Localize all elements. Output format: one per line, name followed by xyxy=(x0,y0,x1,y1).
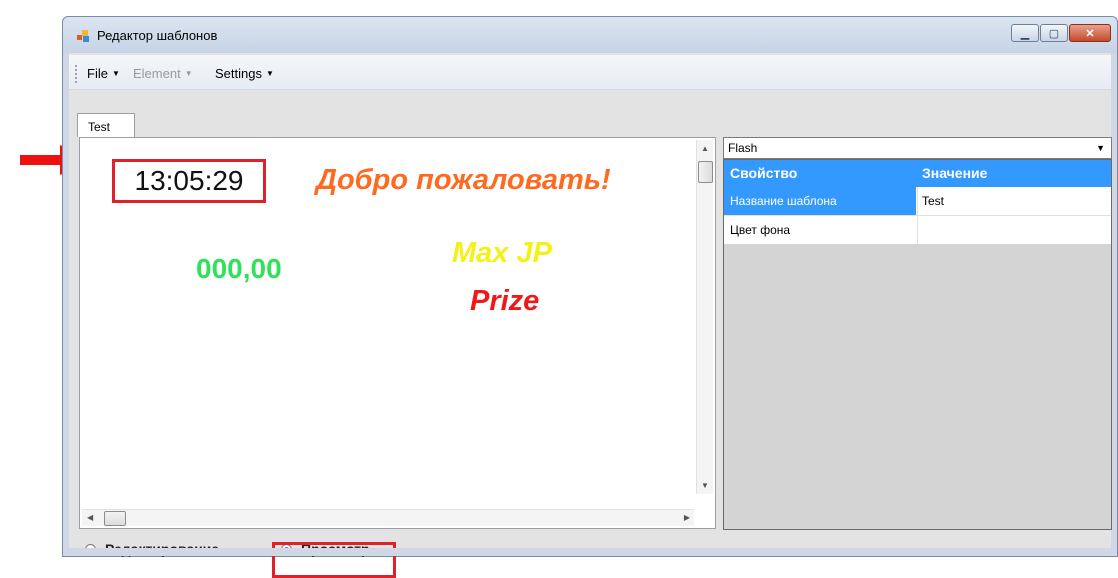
column-header-property: Свойство xyxy=(730,165,798,181)
title-bar: Редактор шаблонов ▁ ▢ ✕ xyxy=(63,17,1117,53)
prize-element[interactable]: Prize xyxy=(470,285,539,318)
property-name: Цвет фона xyxy=(730,223,791,237)
chevron-down-icon: ▼ xyxy=(111,69,120,78)
menu-file-label: File xyxy=(87,66,108,81)
client-area: File ▼ Element ▼ Settings ▼ Test 13:05:29 Д… xyxy=(69,53,1112,578)
vertical-scrollbar[interactable]: ▲ ▼ xyxy=(696,140,713,494)
app-icon xyxy=(77,30,89,42)
property-grid-header: Свойство Значение xyxy=(724,160,1111,187)
horizontal-scroll-thumb[interactable] xyxy=(104,511,126,526)
dropdown-arrow-icon[interactable]: ▼ xyxy=(1096,143,1105,153)
vertical-scroll-thumb[interactable] xyxy=(698,161,713,183)
menu-settings[interactable]: Settings ▼ xyxy=(215,66,274,81)
window-title: Редактор шаблонов xyxy=(97,28,218,43)
maximize-icon[interactable]: ▢ xyxy=(1040,24,1068,42)
window-controls: ▁ ▢ ✕ xyxy=(1010,24,1111,42)
template-preview-panel: 13:05:29 Добро пожаловать! 000,00 Max JP… xyxy=(79,137,716,529)
amount-element[interactable]: 000,00 xyxy=(196,253,282,285)
toolbar-grip-icon[interactable] xyxy=(75,65,79,83)
property-name: Название шаблона xyxy=(730,194,837,208)
minimize-icon[interactable]: ▁ xyxy=(1011,24,1039,42)
element-select-value: Flash xyxy=(728,141,758,155)
grid-divider xyxy=(917,187,918,244)
property-value[interactable]: Test xyxy=(922,194,944,208)
menu-bar: File ▼ Element ▼ Settings ▼ xyxy=(69,55,1111,90)
clock-element[interactable]: 13:05:29 xyxy=(112,159,266,203)
menu-file[interactable]: File ▼ xyxy=(87,66,120,81)
tab-test[interactable]: Test xyxy=(77,113,135,137)
menu-element-label: Element xyxy=(133,66,181,81)
template-canvas[interactable]: 13:05:29 Добро пожаловать! 000,00 Max JP… xyxy=(84,142,690,495)
app-window: Редактор шаблонов ▁ ▢ ✕ File ▼ Element ▼ S… xyxy=(62,16,1118,578)
element-select[interactable]: Flash ▼ xyxy=(723,137,1112,159)
column-header-value: Значение xyxy=(922,165,988,181)
scroll-down-icon[interactable]: ▼ xyxy=(701,481,709,490)
menu-element[interactable]: Element ▼ xyxy=(133,66,193,81)
scroll-left-icon[interactable]: ◀ xyxy=(87,513,93,522)
max-jp-element[interactable]: Max JP xyxy=(452,237,552,270)
property-grid: Свойство Значение Название шаблона Test … xyxy=(723,159,1112,530)
scroll-up-icon[interactable]: ▲ xyxy=(701,144,709,153)
horizontal-scrollbar[interactable]: ◀ ▶ xyxy=(82,509,694,526)
close-icon[interactable]: ✕ xyxy=(1069,24,1111,42)
chevron-down-icon: ▼ xyxy=(265,69,274,78)
property-name-cell-selected[interactable]: Название шаблона xyxy=(724,187,916,215)
welcome-text-element[interactable]: Добро пожаловать! xyxy=(316,164,611,197)
chevron-down-icon: ▼ xyxy=(184,69,193,78)
scroll-right-icon[interactable]: ▶ xyxy=(684,513,690,522)
menu-settings-label: Settings xyxy=(215,66,262,81)
window-bottom-border xyxy=(69,548,1111,556)
